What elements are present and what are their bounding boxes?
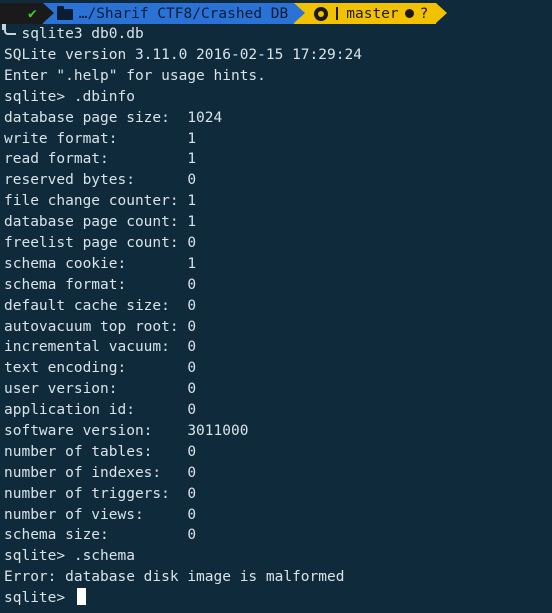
output-line: application id: 0: [4, 402, 197, 419]
output-line: incremental vacuum: 0: [4, 339, 197, 356]
output-line: default cache size: 0: [4, 297, 197, 314]
git-state: ?: [419, 5, 429, 22]
first-command-text: sqlite3 db0.db: [21, 26, 144, 42]
terminal-window[interactable]: ✔ …/Sharif CTF8/Crashed DB master ? sqli…: [0, 0, 552, 613]
git-segment: master ?: [294, 3, 448, 24]
output-line: schema size: 0: [4, 527, 197, 544]
status-segment: ✔: [0, 3, 54, 24]
first-command: sqlite3 db0.db: [4, 26, 144, 42]
output-line: schema format: 0: [4, 276, 197, 293]
folder-icon: [56, 6, 73, 20]
output-line: reserved bytes: 0: [4, 172, 197, 189]
sqlite-prompt: sqlite>: [4, 590, 74, 607]
output-line: number of tables: 0: [4, 443, 197, 460]
git-branch: master: [346, 5, 399, 22]
output-line: number of views: 0: [4, 506, 197, 523]
output-line: Enter ".help" for usage hints.: [4, 67, 266, 84]
output-line: database page count: 1: [4, 214, 197, 231]
text-cursor[interactable]: [76, 588, 86, 606]
segment-separator: [436, 3, 448, 23]
output-line: database page size: 1024: [4, 109, 223, 126]
output-line: sqlite> .dbinfo: [4, 88, 135, 105]
output-line: freelist page count: 0: [4, 235, 197, 252]
output-line: read format: 1: [4, 151, 197, 168]
segment-separator: [294, 3, 306, 23]
output-line: software version: 3011000: [4, 423, 249, 440]
branch-icon: [336, 7, 339, 20]
segment-separator: [42, 3, 54, 23]
output-line: file change counter: 1: [4, 193, 197, 210]
terminal-output: SQLite version 3.11.0 2016-02-15 17:29:2…: [4, 45, 362, 609]
dirty-dot-icon: [404, 9, 414, 18]
current-path: …/Sharif CTF8/Crashed DB: [78, 5, 289, 22]
check-icon: ✔: [28, 5, 37, 22]
output-line: sqlite> .schema: [4, 548, 135, 565]
output-line: number of indexes: 0: [4, 464, 197, 481]
input-line[interactable]: sqlite>: [4, 588, 362, 609]
output-line: user version: 0: [4, 381, 197, 398]
output-line: schema cookie: 1: [4, 255, 197, 272]
output-line: write format: 1: [4, 130, 197, 147]
directory-segment: …/Sharif CTF8/Crashed DB: [42, 3, 306, 24]
output-line: text encoding: 0: [4, 360, 197, 377]
output-line: SQLite version 3.11.0 2016-02-15 17:29:2…: [4, 47, 362, 63]
github-icon: [314, 6, 329, 21]
output-line: number of triggers: 0: [4, 485, 197, 502]
powerline-prompt: ✔ …/Sharif CTF8/Crashed DB master ?: [0, 3, 448, 24]
output-line: autovacuum top root: 0: [4, 318, 197, 335]
error-line: Error: database disk image is malformed: [4, 569, 345, 586]
